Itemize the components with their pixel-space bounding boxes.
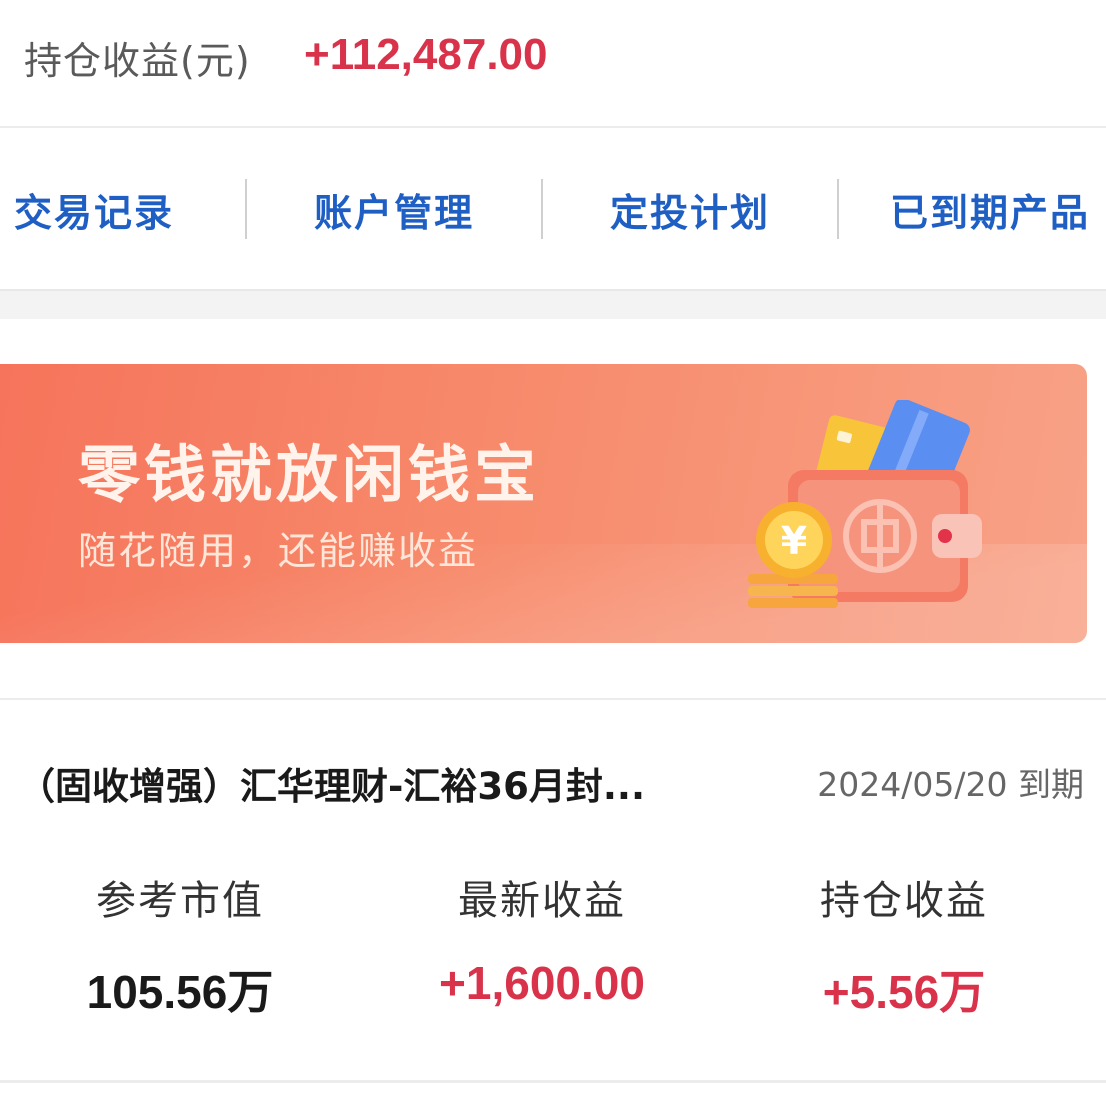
stat-value: 105.56万 xyxy=(86,966,274,1018)
stat-label: 参考市值 xyxy=(96,878,264,924)
stat-holding-profit: 持仓收益 +5.56万 xyxy=(754,868,1054,1022)
quick-nav: 交易记录 账户管理 定投计划 已到期产品 xyxy=(0,130,1106,288)
section-separator xyxy=(0,289,1106,319)
page: 持仓收益(元) +112,487.00 交易记录 账户管理 定投计划 已到期产品… xyxy=(0,0,1106,1106)
holding-profit-label: 持仓收益(元) xyxy=(24,39,251,83)
nav-transaction-records[interactable]: 交易记录 xyxy=(0,182,197,237)
holding-profit-value: +112,487.00 xyxy=(304,30,548,79)
stat-label: 最新收益 xyxy=(458,878,626,924)
coin-yen-symbol: ¥ xyxy=(781,519,807,563)
promo-banner[interactable]: 零钱就放闲钱宝 随花随用，还能赚收益 ¥ xyxy=(0,364,1087,643)
nav-account-management[interactable]: 账户管理 xyxy=(247,182,541,237)
banner-subtitle: 随花随用，还能赚收益 xyxy=(78,529,479,573)
stat-value: +1,600.00 xyxy=(439,957,645,1009)
holding-profit-summary: 持仓收益(元) +112,487.00 xyxy=(0,0,1106,128)
nav-matured-products[interactable]: 已到期产品 xyxy=(839,182,1106,237)
wallet-icon: ¥ xyxy=(748,400,982,608)
product-maturity-date: 2024/05/20 到期 xyxy=(817,765,1084,804)
stat-value: +5.56万 xyxy=(822,966,986,1018)
card-divider xyxy=(0,698,1106,700)
stat-latest-profit: 最新收益 +1,600.00 xyxy=(392,868,692,1010)
card-divider xyxy=(0,1080,1106,1083)
product-name[interactable]: （固收增强）汇华理财-汇裕36月封... xyxy=(18,756,645,810)
nav-investment-plan[interactable]: 定投计划 xyxy=(543,182,837,237)
stat-market-value: 参考市值 105.56万 xyxy=(30,868,330,1022)
stat-label: 持仓收益 xyxy=(820,878,988,924)
banner-title: 零钱就放闲钱宝 xyxy=(78,438,541,511)
